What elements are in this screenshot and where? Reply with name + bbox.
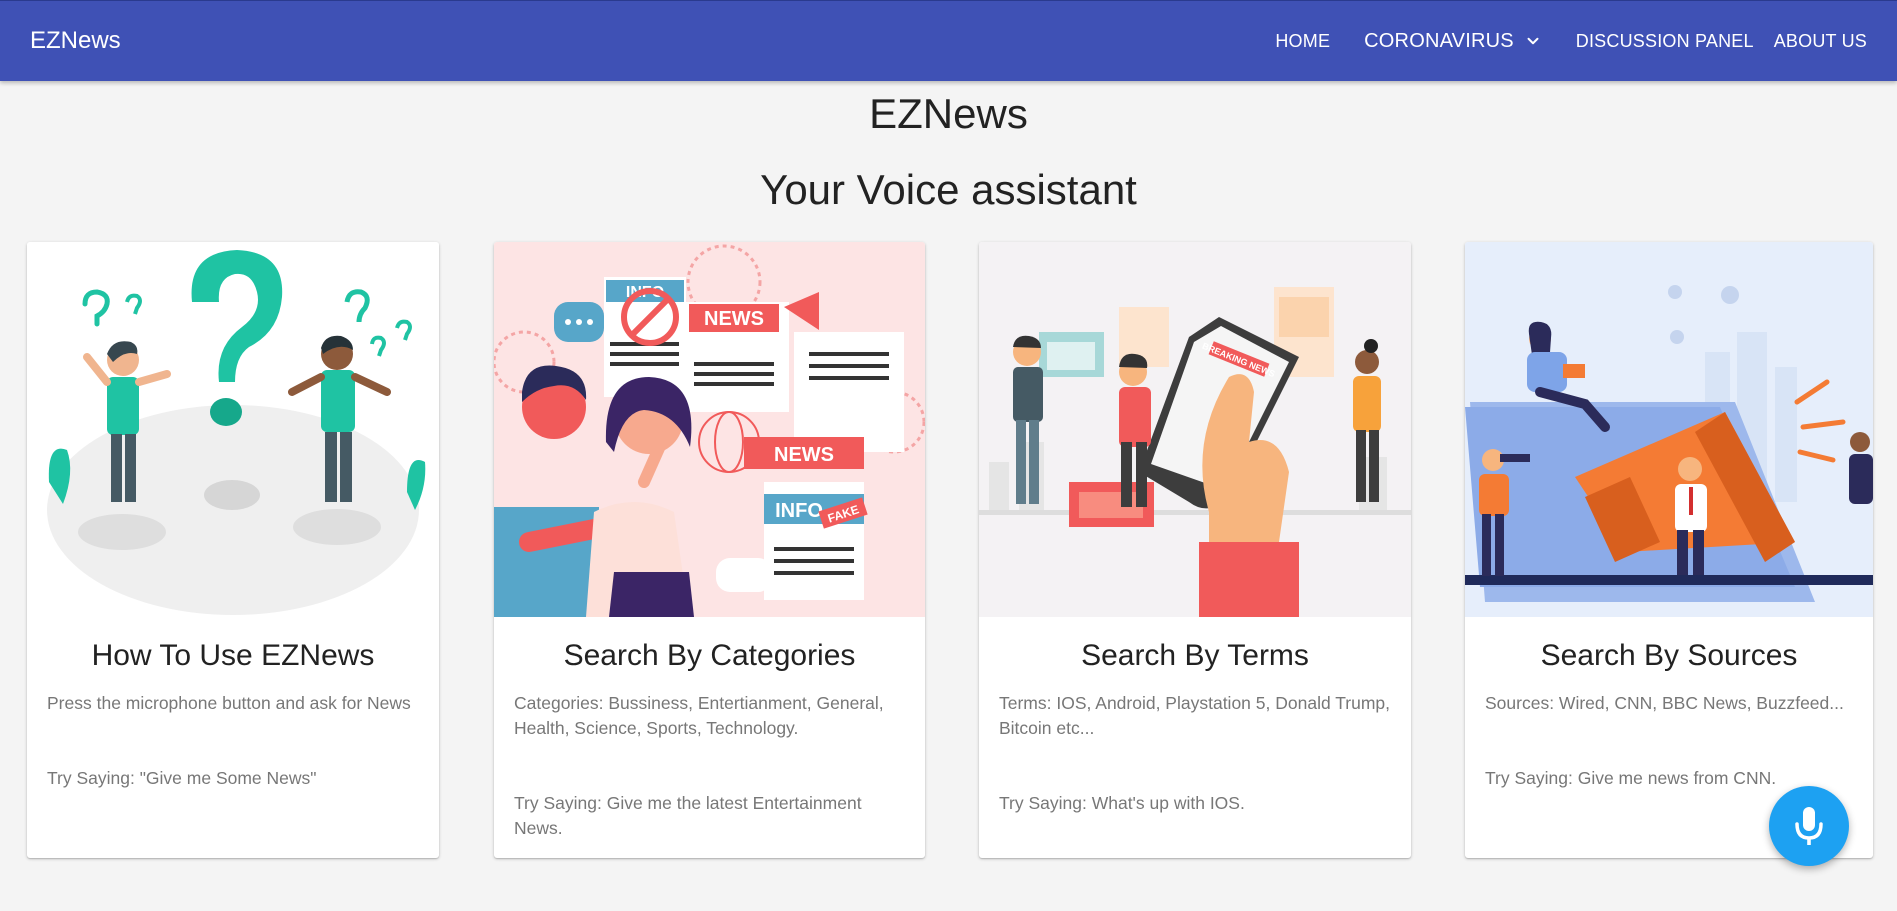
illustration-info-label: INFO	[775, 500, 823, 522]
card-body: Sources: Wired, CNN, BBC News, Buzzfeed.…	[1465, 691, 1873, 791]
illustration-news-label: NEWS	[704, 308, 764, 330]
card-body: Categories: Bussiness, Entertianment, Ge…	[494, 691, 925, 841]
card-info: Sources: Wired, CNN, BBC News, Buzzfeed.…	[1485, 693, 1844, 713]
card-body: Terms: IOS, Android, Playstation 5, Dona…	[979, 691, 1411, 816]
card-title: How To Use EZNews	[91, 639, 375, 672]
card-info: Press the microphone button and ask for …	[47, 693, 411, 713]
news-reader-illustration: NEWS INFO NEWS INFO FAKE	[494, 242, 925, 617]
nav-coronavirus[interactable]: CORONAVIRUS	[1364, 30, 1542, 53]
phone-news-illustration: BREAKING NEWS	[979, 242, 1411, 617]
nav-home[interactable]: HOME	[1275, 31, 1330, 52]
app-bar: EZNews HOME CORONAVIRUS DISCUSSION PANEL…	[0, 0, 1897, 81]
microphone-button[interactable]	[1769, 786, 1849, 866]
top-nav: HOME CORONAVIRUS DISCUSSION PANEL ABOUT …	[1275, 30, 1867, 53]
card-try-saying: Try Saying: What's up with IOS.	[999, 793, 1245, 813]
nav-discussion-panel[interactable]: DISCUSSION PANEL	[1576, 31, 1754, 52]
megaphone-illustration	[1465, 242, 1873, 617]
card-try-saying: Try Saying: "Give me Some News"	[47, 768, 317, 788]
microphone-icon	[1795, 807, 1823, 845]
card-info: Terms: IOS, Android, Playstation 5, Dona…	[999, 693, 1391, 738]
nav-about-us[interactable]: ABOUT US	[1774, 31, 1867, 52]
card-sources[interactable]: Search By Sources Sources: Wired, CNN, B…	[1465, 242, 1873, 858]
card-title: Search By Categories	[563, 639, 856, 672]
nav-coronavirus-label: CORONAVIRUS	[1364, 29, 1514, 52]
confused-people-illustration	[27, 242, 439, 617]
card-info: Categories: Bussiness, Entertianment, Ge…	[514, 693, 884, 738]
page-subtitle: Your Voice assistant	[760, 166, 1137, 213]
card-body: Press the microphone button and ask for …	[27, 691, 439, 791]
card-categories[interactable]: NEWS INFO NEWS INFO FAKE Search By Categ…	[494, 242, 925, 858]
card-title: Search By Terms	[1081, 639, 1309, 672]
card-try-saying: Try Saying: Give me the latest Entertain…	[514, 793, 862, 838]
page-title: EZNews	[869, 90, 1028, 137]
card-terms[interactable]: BREAKING NEWS Search By Terms Terms: IOS…	[979, 242, 1411, 858]
card-title: Search By Sources	[1540, 639, 1798, 672]
brand-logo[interactable]: EZNews	[30, 27, 121, 55]
chevron-down-icon	[1527, 37, 1539, 45]
illustration-news-label-2: NEWS	[774, 444, 834, 466]
card-how-to-use[interactable]: How To Use EZNews Press the microphone b…	[27, 242, 439, 858]
